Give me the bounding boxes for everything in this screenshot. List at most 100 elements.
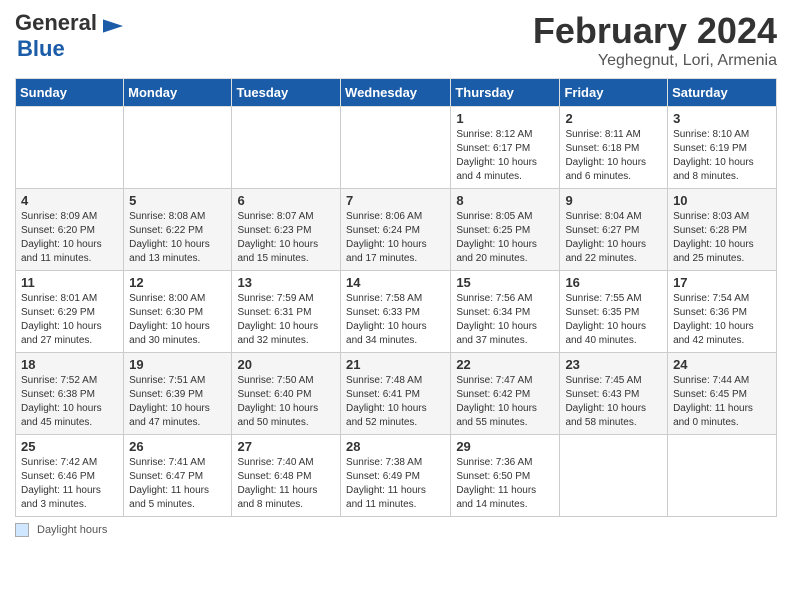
day-info: Sunrise: 7:41 AM Sunset: 6:47 PM Dayligh… bbox=[129, 456, 226, 512]
day-cell: 16Sunrise: 7:55 AM Sunset: 6:35 PM Dayli… bbox=[560, 271, 668, 353]
day-cell: 18 Sunrise: 7:52 AM Sunset: 6:38 PM Dayli… bbox=[16, 353, 124, 435]
day-cell: 15Sunrise: 7:56 AM Sunset: 6:34 PM Dayli… bbox=[451, 271, 560, 353]
day-cell: 11 Sunrise: 8:01 AM Sunset: 6:29 PM Dayli… bbox=[16, 271, 124, 353]
day-cell bbox=[124, 107, 232, 189]
day-cell: 22 Sunrise: 7:47 AM Sunset: 6:42 PM Dayli… bbox=[451, 353, 560, 435]
day-info: Sunrise: 8:01 AM Sunset: 6:29 PM Dayligh… bbox=[21, 292, 118, 348]
col-header-sunday: Sunday bbox=[16, 79, 124, 107]
col-header-wednesday: Wednesday bbox=[341, 79, 451, 107]
day-cell: 1 Sunrise: 8:12 AM Sunset: 6:17 PM Daylig… bbox=[451, 107, 560, 189]
day-cell bbox=[668, 435, 777, 517]
day-cell: 17 Sunrise: 7:54 AM Sunset: 6:36 PM Dayli… bbox=[668, 271, 777, 353]
day-number: 22 bbox=[456, 357, 554, 372]
day-info: Sunrise: 7:51 AM Sunset: 6:39 PM Dayligh… bbox=[129, 374, 226, 430]
footer: Daylight hours bbox=[15, 523, 777, 537]
day-info: Sunrise: 7:45 AM Sunset: 6:43 PM Dayligh… bbox=[565, 374, 662, 430]
day-info: Sunrise: 7:58 AM Sunset: 6:33 PM Dayligh… bbox=[346, 292, 445, 348]
day-info: Sunrise: 7:47 AM Sunset: 6:42 PM Dayligh… bbox=[456, 374, 554, 430]
page-header: General Blue February 2024 Yeghegnut, Lo… bbox=[15, 10, 777, 70]
day-info: Sunrise: 8:04 AM Sunset: 6:27 PM Dayligh… bbox=[565, 210, 662, 266]
logo-general: General bbox=[15, 10, 97, 35]
day-number: 19 bbox=[129, 357, 226, 372]
day-info: Sunrise: 8:05 AM Sunset: 6:25 PM Dayligh… bbox=[456, 210, 554, 266]
day-cell: 19 Sunrise: 7:51 AM Sunset: 6:39 PM Dayli… bbox=[124, 353, 232, 435]
day-cell: 26 Sunrise: 7:41 AM Sunset: 6:47 PM Dayli… bbox=[124, 435, 232, 517]
day-cell: 29 Sunrise: 7:36 AM Sunset: 6:50 PM Dayli… bbox=[451, 435, 560, 517]
day-cell: 9 Sunrise: 8:04 AM Sunset: 6:27 PM Daylig… bbox=[560, 189, 668, 271]
day-number: 26 bbox=[129, 439, 226, 454]
day-info: Sunrise: 8:07 AM Sunset: 6:23 PM Dayligh… bbox=[237, 210, 335, 266]
day-number: 5 bbox=[129, 193, 226, 208]
calendar-table: SundayMondayTuesdayWednesdayThursdayFrid… bbox=[15, 78, 777, 517]
day-info: Sunrise: 8:09 AM Sunset: 6:20 PM Dayligh… bbox=[21, 210, 118, 266]
day-info: Sunrise: 7:48 AM Sunset: 6:41 PM Dayligh… bbox=[346, 374, 445, 430]
day-number: 25 bbox=[21, 439, 118, 454]
day-number: 18 bbox=[21, 357, 118, 372]
day-cell: 6 Sunrise: 8:07 AM Sunset: 6:23 PM Daylig… bbox=[232, 189, 341, 271]
day-number: 12 bbox=[129, 275, 226, 290]
month-title: February 2024 bbox=[533, 10, 777, 52]
day-number: 21 bbox=[346, 357, 445, 372]
day-info: Sunrise: 8:06 AM Sunset: 6:24 PM Dayligh… bbox=[346, 210, 445, 266]
day-info: Sunrise: 7:42 AM Sunset: 6:46 PM Dayligh… bbox=[21, 456, 118, 512]
day-number: 8 bbox=[456, 193, 554, 208]
col-header-saturday: Saturday bbox=[668, 79, 777, 107]
col-header-tuesday: Tuesday bbox=[232, 79, 341, 107]
day-number: 11 bbox=[21, 275, 118, 290]
day-cell: 21 Sunrise: 7:48 AM Sunset: 6:41 PM Dayli… bbox=[341, 353, 451, 435]
day-cell: 27Sunrise: 7:40 AM Sunset: 6:48 PM Dayli… bbox=[232, 435, 341, 517]
day-info: Sunrise: 7:44 AM Sunset: 6:45 PM Dayligh… bbox=[673, 374, 771, 430]
col-header-friday: Friday bbox=[560, 79, 668, 107]
day-info: Sunrise: 8:11 AM Sunset: 6:18 PM Dayligh… bbox=[565, 128, 662, 184]
day-cell: 4 Sunrise: 8:09 AM Sunset: 6:20 PM Daylig… bbox=[16, 189, 124, 271]
day-info: Sunrise: 7:50 AM Sunset: 6:40 PM Dayligh… bbox=[237, 374, 335, 430]
day-number: 10 bbox=[673, 193, 771, 208]
day-cell: 14Sunrise: 7:58 AM Sunset: 6:33 PM Dayli… bbox=[341, 271, 451, 353]
title-block: February 2024 Yeghegnut, Lori, Armenia bbox=[533, 10, 777, 70]
day-number: 20 bbox=[237, 357, 335, 372]
location: Yeghegnut, Lori, Armenia bbox=[533, 52, 777, 70]
day-info: Sunrise: 8:08 AM Sunset: 6:22 PM Dayligh… bbox=[129, 210, 226, 266]
col-header-monday: Monday bbox=[124, 79, 232, 107]
day-number: 17 bbox=[673, 275, 771, 290]
day-cell: 13Sunrise: 7:59 AM Sunset: 6:31 PM Dayli… bbox=[232, 271, 341, 353]
week-row-2: 11 Sunrise: 8:01 AM Sunset: 6:29 PM Dayli… bbox=[16, 271, 777, 353]
day-cell: 24 Sunrise: 7:44 AM Sunset: 6:45 PM Dayli… bbox=[668, 353, 777, 435]
day-cell: 2 Sunrise: 8:11 AM Sunset: 6:18 PM Daylig… bbox=[560, 107, 668, 189]
day-info: Sunrise: 8:12 AM Sunset: 6:17 PM Dayligh… bbox=[456, 128, 554, 184]
day-number: 2 bbox=[565, 111, 662, 126]
day-cell: 23Sunrise: 7:45 AM Sunset: 6:43 PM Dayli… bbox=[560, 353, 668, 435]
day-number: 6 bbox=[237, 193, 335, 208]
col-header-thursday: Thursday bbox=[451, 79, 560, 107]
day-number: 29 bbox=[456, 439, 554, 454]
day-cell: 5 Sunrise: 8:08 AM Sunset: 6:22 PM Daylig… bbox=[124, 189, 232, 271]
day-info: Sunrise: 7:54 AM Sunset: 6:36 PM Dayligh… bbox=[673, 292, 771, 348]
day-info: Sunrise: 7:36 AM Sunset: 6:50 PM Dayligh… bbox=[456, 456, 554, 512]
day-number: 4 bbox=[21, 193, 118, 208]
day-number: 1 bbox=[456, 111, 554, 126]
day-number: 7 bbox=[346, 193, 445, 208]
day-cell: 28Sunrise: 7:38 AM Sunset: 6:49 PM Dayli… bbox=[341, 435, 451, 517]
legend-label: Daylight hours bbox=[37, 524, 107, 536]
day-cell: 3Sunrise: 8:10 AM Sunset: 6:19 PM Daylig… bbox=[668, 107, 777, 189]
week-row-1: 4 Sunrise: 8:09 AM Sunset: 6:20 PM Daylig… bbox=[16, 189, 777, 271]
day-info: Sunrise: 7:52 AM Sunset: 6:38 PM Dayligh… bbox=[21, 374, 118, 430]
day-info: Sunrise: 8:10 AM Sunset: 6:19 PM Dayligh… bbox=[673, 128, 771, 184]
day-cell: 25 Sunrise: 7:42 AM Sunset: 6:46 PM Dayli… bbox=[16, 435, 124, 517]
day-cell bbox=[560, 435, 668, 517]
day-info: Sunrise: 8:00 AM Sunset: 6:30 PM Dayligh… bbox=[129, 292, 226, 348]
day-info: Sunrise: 7:55 AM Sunset: 6:35 PM Dayligh… bbox=[565, 292, 662, 348]
day-number: 9 bbox=[565, 193, 662, 208]
legend-box bbox=[15, 523, 29, 537]
day-cell: 12 Sunrise: 8:00 AM Sunset: 6:30 PM Dayli… bbox=[124, 271, 232, 353]
day-cell bbox=[16, 107, 124, 189]
day-cell: 8 Sunrise: 8:05 AM Sunset: 6:25 PM Daylig… bbox=[451, 189, 560, 271]
day-cell: 20 Sunrise: 7:50 AM Sunset: 6:40 PM Dayli… bbox=[232, 353, 341, 435]
day-cell: 7 Sunrise: 8:06 AM Sunset: 6:24 PM Daylig… bbox=[341, 189, 451, 271]
logo-blue: Blue bbox=[17, 36, 65, 61]
week-row-3: 18 Sunrise: 7:52 AM Sunset: 6:38 PM Dayli… bbox=[16, 353, 777, 435]
day-number: 24 bbox=[673, 357, 771, 372]
day-number: 13 bbox=[237, 275, 335, 290]
day-info: Sunrise: 8:03 AM Sunset: 6:28 PM Dayligh… bbox=[673, 210, 771, 266]
logo: General Blue bbox=[15, 10, 123, 62]
